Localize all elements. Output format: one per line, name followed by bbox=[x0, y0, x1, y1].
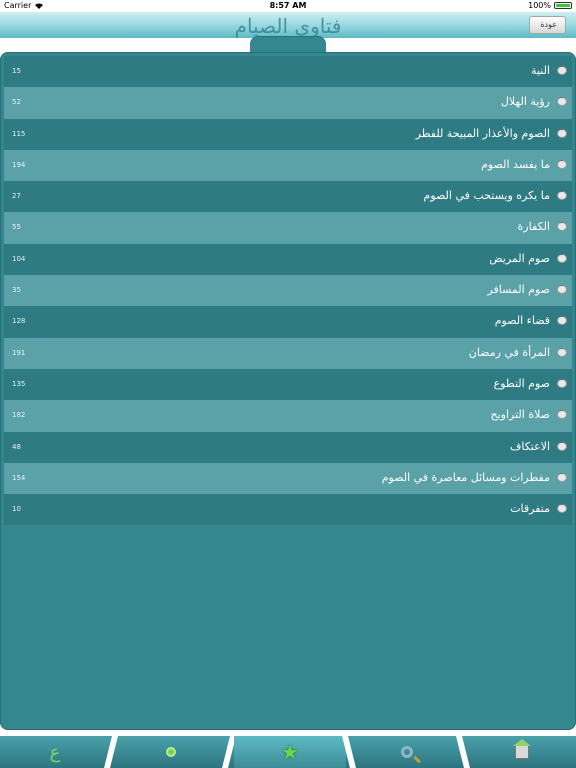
ain-letter-icon: ع bbox=[49, 741, 61, 763]
item-label: متفرقات bbox=[510, 502, 550, 516]
list-item[interactable]: 182 صلاة التراويح bbox=[4, 400, 572, 432]
item-count: 35 bbox=[12, 286, 21, 295]
item-label: صوم المريض bbox=[489, 251, 550, 265]
item-count: 27 bbox=[12, 192, 21, 201]
item-label: الاعتكاف bbox=[509, 439, 550, 453]
status-right: 100% bbox=[528, 1, 572, 10]
item-count: 115 bbox=[12, 129, 26, 138]
list-item[interactable]: 55 الكفارة bbox=[4, 212, 572, 244]
list-item[interactable]: 115 الصوم والأعذار المبيحة للفطر bbox=[4, 118, 572, 150]
chat-bubble-icon bbox=[557, 157, 567, 169]
item-label: المرأة في رمضان bbox=[468, 345, 550, 359]
item-label: ما يفسد الصوم bbox=[481, 157, 550, 171]
item-count: 15 bbox=[12, 67, 21, 75]
item-label: رؤية الهلال bbox=[500, 95, 550, 109]
item-label: ما يكره ويستحب في الصوم bbox=[423, 189, 550, 203]
chat-bubble-icon bbox=[557, 376, 567, 388]
item-count: 128 bbox=[12, 317, 26, 326]
tab-favorites[interactable]: ★ bbox=[234, 736, 346, 768]
item-count: 135 bbox=[12, 379, 26, 388]
search-icon bbox=[401, 746, 413, 758]
list-item[interactable]: 154 مفطرات ومسائل معاصرة في الصوم bbox=[4, 462, 572, 495]
header-bar: فتاوى الصيام عودة bbox=[0, 12, 576, 38]
chat-bubble-icon bbox=[557, 94, 567, 107]
list-item[interactable]: 10 متفرقات bbox=[4, 494, 572, 526]
page-title: فتاوى الصيام bbox=[234, 14, 342, 38]
bottom-tab-bar: ع ★ bbox=[0, 736, 576, 768]
battery-percent: 100% bbox=[528, 1, 551, 10]
item-label: صلاة التراويح bbox=[490, 408, 551, 422]
tab-search[interactable] bbox=[354, 736, 460, 768]
star-icon: ★ bbox=[281, 740, 299, 764]
chat-bubble-icon bbox=[557, 63, 567, 75]
chat-bubble-icon bbox=[557, 126, 567, 138]
list-item[interactable]: 194 ما يفسد الصوم bbox=[4, 149, 572, 182]
item-label: قضاء الصوم bbox=[494, 314, 550, 328]
status-bar: Carrier 8:57 AM 100% bbox=[0, 0, 576, 12]
battery-icon bbox=[554, 2, 572, 9]
item-count: 52 bbox=[12, 98, 21, 107]
item-label: صوم المسافر bbox=[487, 283, 550, 297]
item-count: 48 bbox=[12, 442, 21, 451]
status-time: 8:57 AM bbox=[269, 1, 307, 10]
chat-bubble-icon bbox=[557, 251, 567, 263]
list-item[interactable]: 52 رؤية الهلال bbox=[4, 87, 572, 119]
disc-icon bbox=[166, 747, 176, 757]
chat-bubble-icon bbox=[557, 219, 567, 232]
chat-bubble-icon bbox=[557, 345, 567, 357]
list-item[interactable]: 135 صوم التطوع bbox=[4, 368, 572, 401]
item-count: 10 bbox=[12, 505, 21, 514]
chat-bubble-icon bbox=[557, 188, 567, 201]
item-count: 182 bbox=[12, 411, 26, 420]
item-count: 191 bbox=[12, 348, 26, 357]
list-item[interactable]: 104 صوم المريض bbox=[4, 243, 572, 276]
chat-bubble-icon bbox=[557, 470, 567, 482]
item-count: 154 bbox=[12, 473, 26, 482]
tab-home[interactable] bbox=[468, 736, 576, 768]
tab-disc[interactable] bbox=[116, 736, 226, 768]
chat-bubble-icon bbox=[557, 313, 567, 326]
item-label: النية bbox=[531, 64, 550, 77]
item-label: مفطرات ومسائل معاصرة في الصوم bbox=[381, 470, 550, 484]
list-item[interactable]: 191 المرأة في رمضان bbox=[4, 337, 572, 369]
item-label: الكفارة bbox=[517, 220, 550, 234]
list-item[interactable]: 48 الاعتكاف bbox=[4, 431, 572, 463]
category-list: 15 النية 52 رؤية الهلال 115 الصوم والأعذ… bbox=[4, 56, 572, 526]
item-label: صوم التطوع bbox=[493, 376, 550, 390]
chat-bubble-icon bbox=[557, 407, 567, 420]
list-item[interactable]: 128 قضاء الصوم bbox=[4, 306, 572, 338]
item-label: الصوم والأعذار المبيحة للفطر bbox=[415, 126, 550, 140]
chat-bubble-icon bbox=[557, 501, 567, 514]
list-item[interactable]: 35 صوم المسافر bbox=[4, 275, 572, 307]
item-count: 194 bbox=[12, 160, 26, 169]
home-icon bbox=[513, 739, 531, 759]
chat-bubble-icon bbox=[557, 439, 567, 451]
chat-bubble-icon bbox=[557, 282, 567, 295]
back-button[interactable]: عودة bbox=[529, 16, 566, 34]
tab-ain[interactable]: ع bbox=[0, 736, 110, 768]
item-count: 55 bbox=[12, 223, 21, 232]
list-item[interactable]: 27 ما يكره ويستحب في الصوم bbox=[4, 181, 572, 213]
list-item[interactable]: 15 النية bbox=[4, 56, 572, 88]
item-count: 104 bbox=[12, 254, 26, 263]
